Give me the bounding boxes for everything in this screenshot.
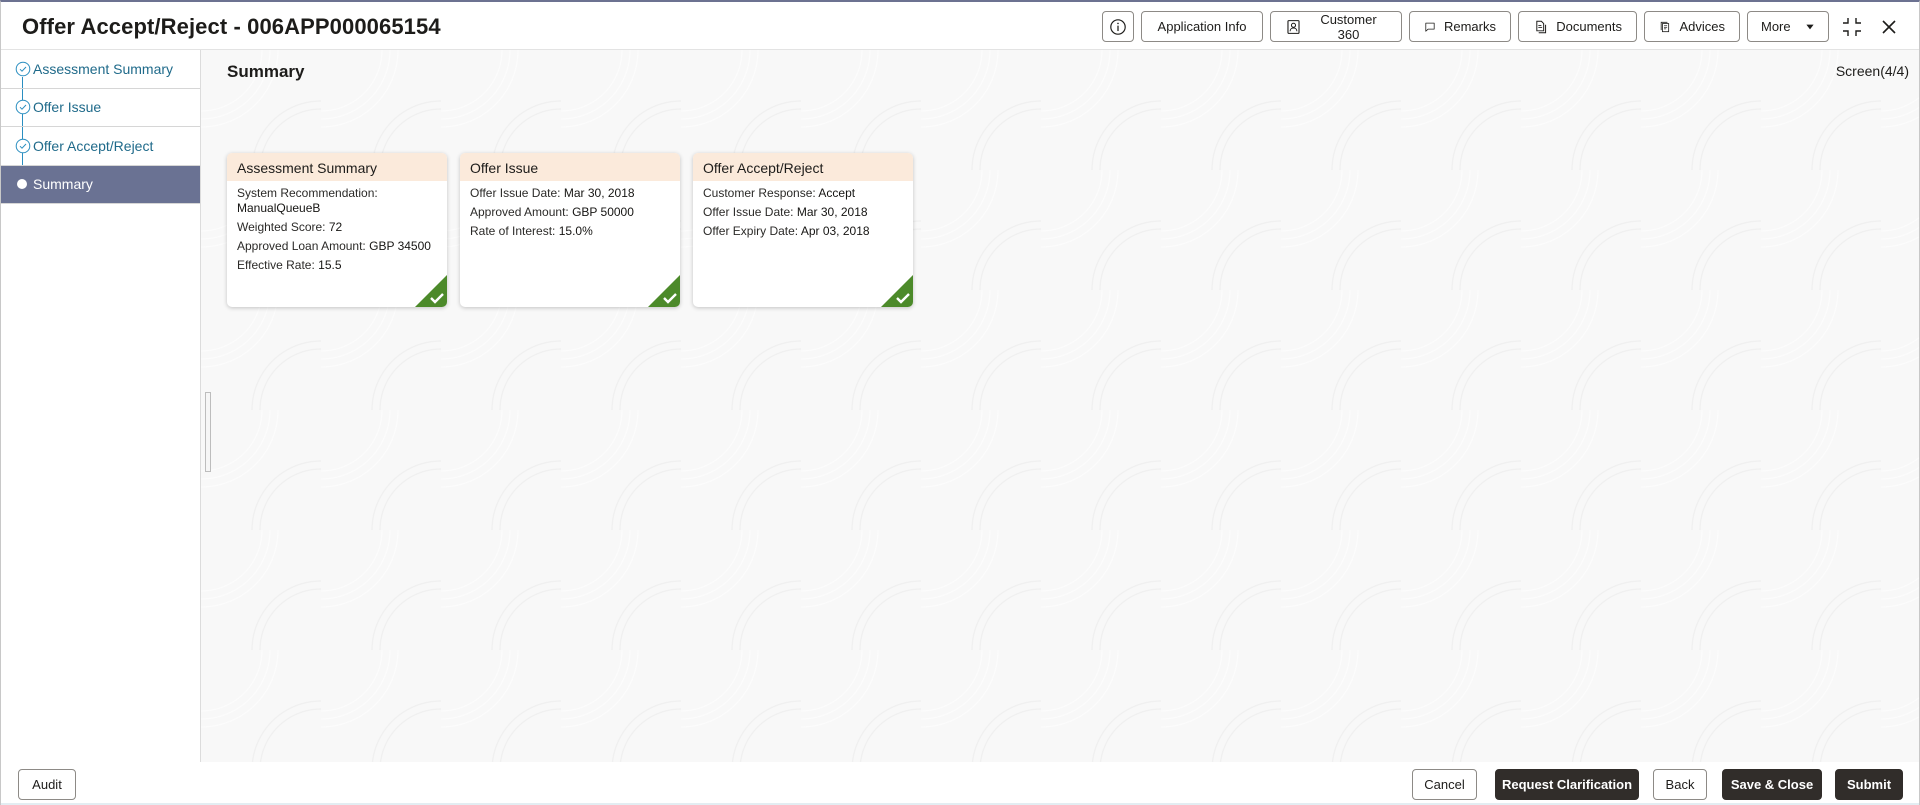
audit-button[interactable]: Audit — [18, 769, 76, 800]
comment-icon — [1425, 22, 1435, 32]
customer-360-button[interactable]: Customer 360 — [1270, 11, 1402, 42]
card-field: Offer Issue Date: Mar 30, 2018 — [703, 203, 903, 222]
advices-button[interactable]: Advices — [1644, 11, 1740, 42]
request-clarification-button[interactable]: Request Clarification — [1495, 769, 1639, 800]
customer-360-label: Customer 360 — [1320, 11, 1377, 42]
sidebar-item-label: Offer Accept/Reject — [33, 137, 154, 154]
card-title: Offer Accept/Reject — [693, 153, 913, 181]
field-value: GBP 34500 — [369, 239, 431, 253]
field-label: Offer Issue Date: — [703, 205, 794, 219]
main-content: Summary Screen(4/4) Assessment Summary S… — [201, 50, 1919, 762]
summary-card-assessment-summary[interactable]: Assessment Summary System Recommendation… — [227, 153, 447, 307]
remarks-label: Remarks — [1443, 19, 1496, 34]
field-label: Offer Issue Date: — [470, 186, 561, 200]
field-value: Apr 03, 2018 — [800, 224, 870, 238]
minimize-window-button[interactable] — [1838, 13, 1866, 41]
advices-icon — [1660, 21, 1670, 32]
completed-check-icon — [881, 275, 913, 307]
card-title: Offer Issue — [460, 153, 680, 181]
back-button[interactable]: Back — [1653, 769, 1707, 800]
card-field: Customer Response: Accept — [703, 184, 903, 203]
sidebar-item-label: Summary — [33, 176, 93, 193]
sidebar-collapse-handle[interactable] — [205, 392, 211, 472]
field-value: GBP 50000 — [572, 205, 634, 219]
sidebar-item-label: Offer Issue — [33, 99, 102, 116]
page-header-title: Offer Accept/Reject - 006APP000065154 — [22, 14, 441, 39]
field-label: Rate of Interest: — [470, 224, 556, 238]
header-bar: Offer Accept/Reject - 006APP000065154 Ap… — [1, 2, 1919, 50]
summary-card-offer-issue[interactable]: Offer Issue Offer Issue Date: Mar 30, 20… — [460, 153, 680, 307]
customer-card-icon — [1287, 19, 1300, 34]
sidebar-item-assessment-summary[interactable]: Assessment Summary — [1, 50, 200, 89]
card-field: Approved Amount: GBP 50000 — [470, 203, 670, 222]
close-icon — [1882, 19, 1896, 34]
collapse-arrows-icon — [1843, 17, 1861, 36]
field-value: 72 — [328, 220, 343, 234]
advices-label: Advices — [1679, 19, 1725, 34]
more-dropdown-button[interactable]: More — [1747, 11, 1829, 42]
card-body: System Recommendation: ManualQueueB Weig… — [227, 181, 447, 275]
cancel-button[interactable]: Cancel — [1412, 769, 1477, 800]
caret-down-icon — [1806, 24, 1814, 29]
card-title: Assessment Summary — [227, 153, 447, 181]
card-field: Effective Rate: 15.5 — [237, 256, 437, 275]
card-field: Rate of Interest: 15.0% — [470, 222, 670, 241]
sidebar-item-summary[interactable]: Summary — [1, 165, 200, 204]
field-value: 15.0% — [558, 224, 593, 238]
field-label: Offer Expiry Date: — [703, 224, 799, 238]
step-navigation-sidebar: Assessment Summary Offer Issue Offer Acc… — [1, 50, 201, 762]
page-title: Summary — [227, 62, 305, 81]
field-label: Approved Loan Amount: — [237, 239, 366, 253]
field-value: Mar 30, 2018 — [796, 205, 868, 219]
card-field: Weighted Score: 72 — [237, 218, 437, 237]
check-circle-icon — [15, 99, 31, 115]
field-label: System Recommendation: — [237, 186, 378, 200]
documents-label: Documents — [1556, 19, 1622, 34]
active-step-dot-icon — [17, 179, 27, 190]
field-value: Accept — [818, 186, 856, 200]
check-circle-icon — [15, 61, 31, 77]
field-value: ManualQueueB — [237, 201, 321, 215]
field-label: Weighted Score: — [237, 220, 326, 234]
card-field: System Recommendation: ManualQueueB — [237, 184, 437, 218]
info-circle-icon — [1110, 18, 1126, 35]
field-label: Effective Rate: — [237, 258, 315, 272]
header-toolbar: Application Info Customer 360 Remarks Do… — [1102, 11, 1903, 42]
field-value: 15.5 — [318, 258, 342, 272]
card-field: Offer Issue Date: Mar 30, 2018 — [470, 184, 670, 203]
application-window: Offer Accept/Reject - 006APP000065154 Ap… — [0, 0, 1920, 805]
check-circle-icon — [15, 138, 31, 154]
info-button[interactable] — [1102, 11, 1134, 42]
card-body: Customer Response: Accept Offer Issue Da… — [693, 181, 913, 241]
more-label: More — [1761, 19, 1791, 34]
card-field: Offer Expiry Date: Apr 03, 2018 — [703, 222, 903, 241]
field-value: Mar 30, 2018 — [563, 186, 635, 200]
summary-card-offer-accept-reject[interactable]: Offer Accept/Reject Customer Response: A… — [693, 153, 913, 307]
field-label: Customer Response: — [703, 186, 816, 200]
sidebar-item-label: Assessment Summary — [33, 60, 174, 77]
application-info-button[interactable]: Application Info — [1141, 11, 1263, 42]
completed-check-icon — [415, 275, 447, 307]
documents-button[interactable]: Documents — [1518, 11, 1637, 42]
submit-button[interactable]: Submit — [1835, 769, 1903, 800]
remarks-button[interactable]: Remarks — [1409, 11, 1511, 42]
close-window-button[interactable] — [1875, 13, 1903, 41]
footer-action-bar: Audit Cancel Request Clarification Back … — [1, 762, 1919, 805]
card-field: Approved Loan Amount: GBP 34500 — [237, 237, 437, 256]
sidebar-item-offer-issue[interactable]: Offer Issue — [1, 89, 200, 127]
application-info-label: Application Info — [1157, 19, 1247, 34]
field-label: Approved Amount: — [470, 205, 569, 219]
screen-indicator: Screen(4/4) — [1835, 63, 1909, 79]
save-and-close-button[interactable]: Save & Close — [1722, 769, 1822, 800]
documents-icon — [1536, 20, 1547, 33]
completed-check-icon — [648, 275, 680, 307]
card-body: Offer Issue Date: Mar 30, 2018 Approved … — [460, 181, 680, 241]
summary-cards: Assessment Summary System Recommendation… — [227, 153, 913, 307]
sidebar-item-offer-accept-reject[interactable]: Offer Accept/Reject — [1, 127, 200, 166]
